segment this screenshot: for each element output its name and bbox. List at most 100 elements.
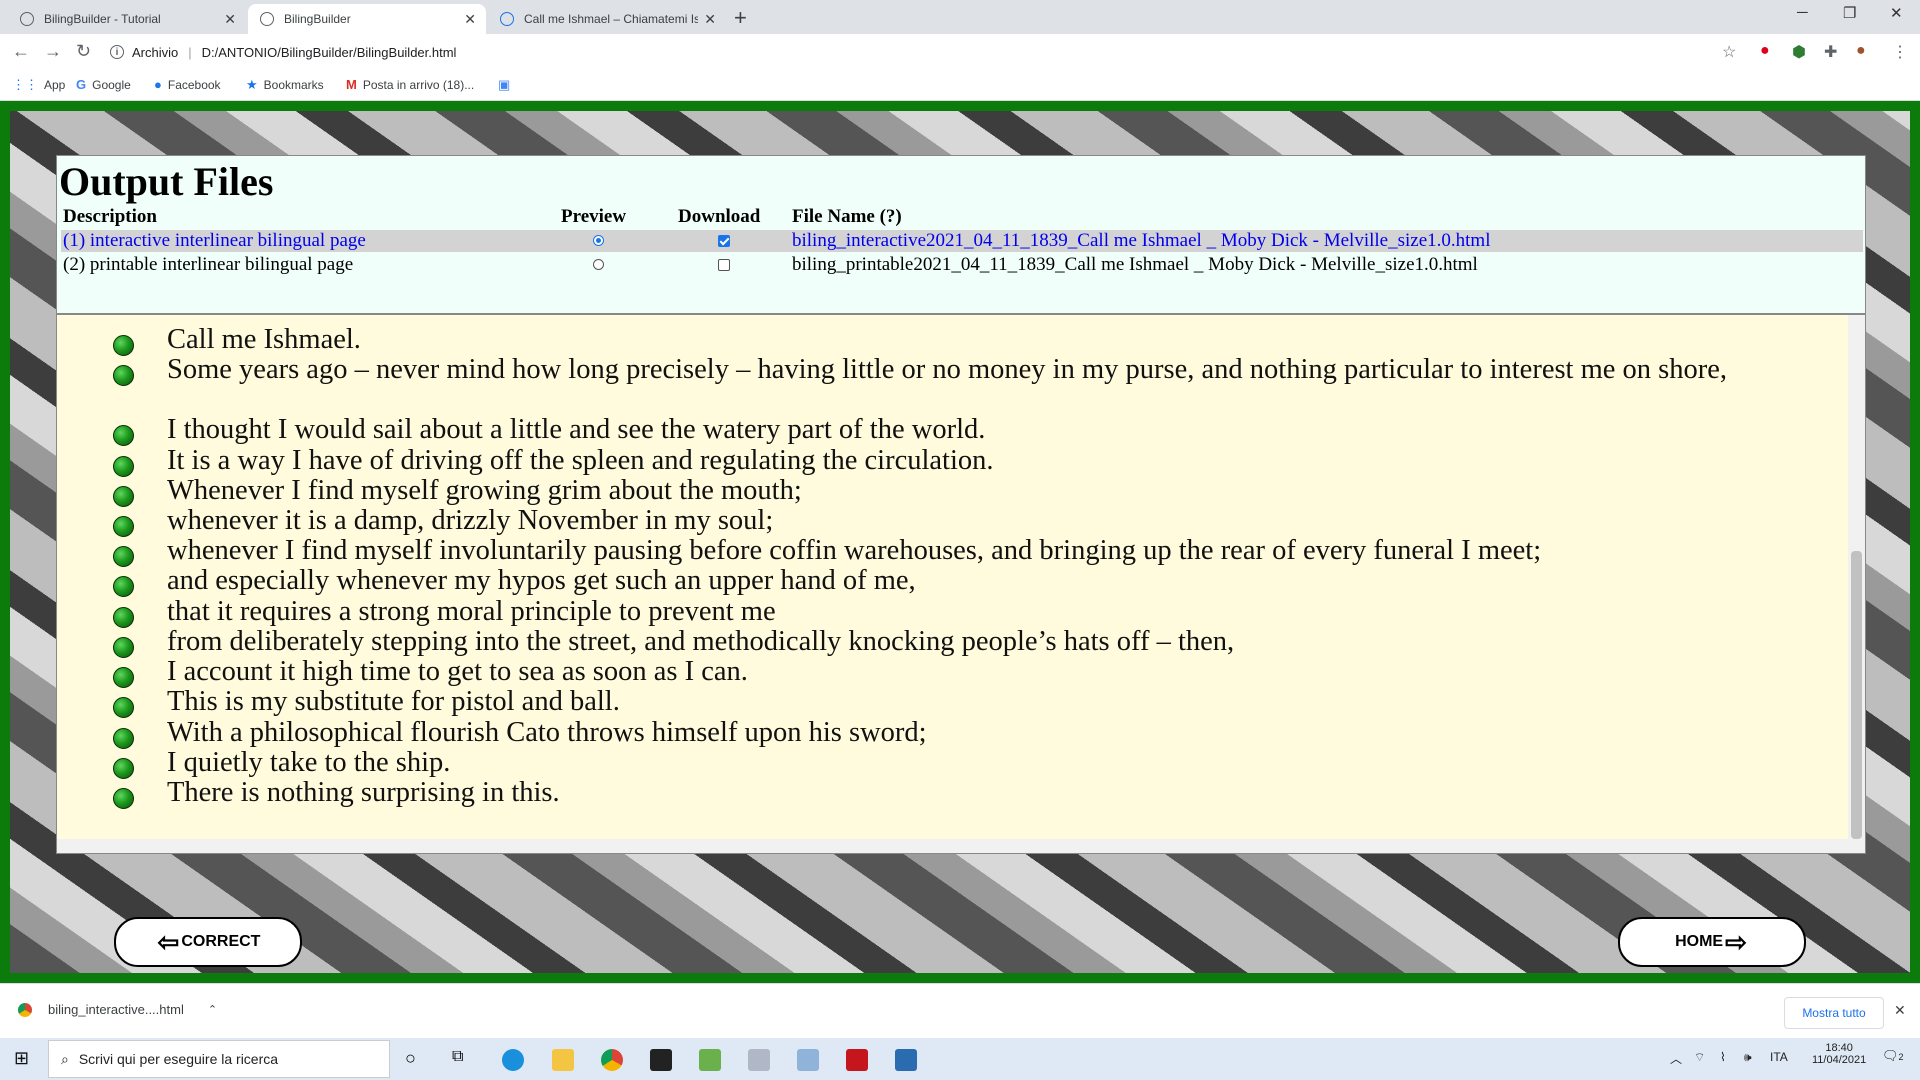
file-explorer-icon[interactable] [552, 1049, 574, 1071]
task-view-icon[interactable]: ⧉ [452, 1048, 463, 1066]
bookmark-gmail[interactable]: M Posta in arrivo (18)... [346, 77, 474, 92]
star-icon: ★ [246, 77, 258, 92]
file-row[interactable]: (2) printable interlinear bilingual page… [61, 254, 1863, 276]
globe-icon [20, 12, 34, 26]
preview-radio[interactable] [593, 259, 604, 270]
taskbar-search[interactable]: ⌕ Scrivi qui per eseguire la ricerca [48, 1040, 390, 1078]
green-bullet-icon [113, 788, 134, 809]
forward-icon[interactable]: → [44, 41, 62, 62]
back-arrow-icon: ⇦ [157, 926, 180, 957]
tab-bilingbuilder[interactable]: BilingBuilder ✕ [248, 4, 486, 34]
address-bar[interactable]: i Archivio | D:/ANTONIO/BilingBuilder/Bi… [110, 39, 456, 65]
bookmark-facebook[interactable]: ● Facebook [154, 77, 221, 92]
info-icon[interactable]: i [110, 45, 124, 59]
browser-toolbar: ← → ↻ i Archivio | D:/ANTONIO/BilingBuil… [0, 34, 1920, 70]
extensions-icon[interactable]: ✚ [1824, 42, 1837, 62]
terminal-icon[interactable] [650, 1049, 672, 1071]
scrollbar-thumb[interactable] [1851, 551, 1862, 839]
download-checkbox[interactable] [718, 259, 730, 271]
apps-icon: ⋮⋮ [12, 77, 38, 92]
download-checkbox[interactable] [718, 235, 730, 247]
clock-time: 18:40 [1825, 1042, 1853, 1054]
notifications-icon[interactable]: 🗨2 [1882, 1048, 1904, 1064]
window-close-icon[interactable]: ✕ [1890, 4, 1903, 22]
address-prefix: Archivio [132, 44, 179, 60]
opera-icon[interactable]: ● [1760, 42, 1770, 60]
page-icon [500, 12, 514, 26]
tab-call-me-ishmael[interactable]: Call me Ishmael – Chiamatemi Is ✕ [488, 4, 726, 34]
avatar[interactable]: ● [1856, 42, 1866, 60]
close-icon[interactable]: ✕ [224, 11, 236, 28]
bookmark-google[interactable]: G Google [76, 77, 131, 92]
back-icon[interactable]: ← [12, 41, 30, 62]
green-bullet-icon [113, 728, 134, 749]
forward-arrow-icon: ⇨ [1725, 926, 1747, 957]
preview-line-text: Some years ago – never mind how long pre… [167, 354, 1728, 385]
language-indicator[interactable]: ITA [1770, 1050, 1788, 1064]
globe-icon [260, 12, 274, 26]
bookmark-app[interactable]: ⋮⋮ App [12, 77, 65, 93]
address-separator: | [188, 44, 192, 60]
edge-icon[interactable] [502, 1049, 524, 1071]
chevron-up-icon[interactable]: ⌃ [208, 1003, 217, 1016]
translate-icon: ▣ [498, 77, 511, 92]
volume-icon[interactable]: 🕪 [1744, 1050, 1752, 1065]
wifi-icon[interactable]: ⌇ [1720, 1050, 1726, 1064]
file-row[interactable]: (1) interactive interlinear bilingual pa… [61, 230, 1863, 252]
cortana-icon[interactable]: ○ [405, 1048, 416, 1069]
download-item[interactable]: biling_interactive....html ⌃ [18, 1002, 217, 1017]
windows-start-icon[interactable]: ⊞ [14, 1048, 29, 1069]
close-downloads-icon[interactable]: ✕ [1894, 1002, 1906, 1019]
reload-icon[interactable]: ↻ [76, 41, 91, 62]
app-icon[interactable] [797, 1049, 819, 1071]
chrome-icon[interactable] [601, 1049, 623, 1071]
gmail-icon: M [346, 77, 357, 92]
bookmark-translate[interactable]: ▣ [498, 77, 516, 93]
show-all-button[interactable]: Mostra tutto [1784, 997, 1884, 1029]
restore-icon[interactable]: ❐ [1843, 4, 1856, 22]
horizontal-scrollbar[interactable] [57, 839, 1848, 853]
green-bullet-icon [113, 637, 134, 658]
green-bullet-icon [113, 335, 134, 356]
green-bullet-icon [113, 667, 134, 688]
tab-title: Call me Ishmael – Chiamatemi Is [524, 12, 699, 26]
photos-icon[interactable] [895, 1049, 917, 1071]
green-bullet-icon [113, 425, 134, 446]
file-description: (1) interactive interlinear bilingual pa… [63, 230, 366, 251]
green-bullet-icon [113, 546, 134, 567]
tab-strip: BilingBuilder - Tutorial ✕ BilingBuilder… [0, 0, 1920, 34]
header-filename: File Name (?) [792, 206, 902, 227]
shield-icon[interactable]: ⬢ [1792, 42, 1806, 62]
file-name: biling_printable2021_04_11_1839_Call me … [792, 254, 1478, 275]
facebook-icon: ● [154, 77, 162, 92]
star-icon[interactable]: ☆ [1722, 42, 1736, 62]
search-icon: ⌕ [61, 1050, 69, 1067]
acrobat-icon[interactable] [846, 1049, 868, 1071]
green-bullet-icon [113, 516, 134, 537]
new-tab-icon[interactable]: + [734, 5, 747, 31]
chevron-up-icon[interactable]: ︿ [1670, 1050, 1682, 1067]
tab-tutorial[interactable]: BilingBuilder - Tutorial ✕ [8, 4, 246, 34]
bookmark-bookmarks[interactable]: ★ Bookmarks [246, 77, 324, 93]
close-icon[interactable]: ✕ [464, 11, 476, 28]
address-url: D:/ANTONIO/BilingBuilder/BilingBuilder.h… [201, 44, 457, 60]
taskbar: ⊞ ⌕ Scrivi qui per eseguire la ricerca ○… [0, 1038, 1920, 1080]
clock-date: 11/04/2021 [1812, 1054, 1867, 1066]
minimize-icon[interactable]: ─ [1797, 4, 1808, 21]
vertical-scrollbar[interactable] [1848, 315, 1865, 853]
close-icon[interactable]: ✕ [704, 11, 716, 28]
tab-title: BilingBuilder [284, 12, 351, 26]
notepad-icon[interactable] [699, 1049, 721, 1071]
preview-radio[interactable] [593, 235, 604, 246]
green-bullet-icon [113, 576, 134, 597]
preview-pane[interactable]: Call me Ishmael. Some years ago – never m… [56, 314, 1866, 854]
network-icon[interactable]: ⌔ [1694, 1050, 1705, 1065]
green-bullet-icon [113, 456, 134, 477]
green-bullet-icon [113, 365, 134, 386]
menu-icon[interactable]: ⋮ [1892, 42, 1908, 62]
green-bullet-icon [113, 607, 134, 628]
app-icon[interactable] [748, 1049, 770, 1071]
home-button[interactable]: HOME ⇨ [1618, 917, 1806, 967]
correct-button[interactable]: ⇦ CORRECT [114, 917, 302, 967]
clock[interactable]: 18:40 11/04/2021 [1812, 1042, 1866, 1066]
